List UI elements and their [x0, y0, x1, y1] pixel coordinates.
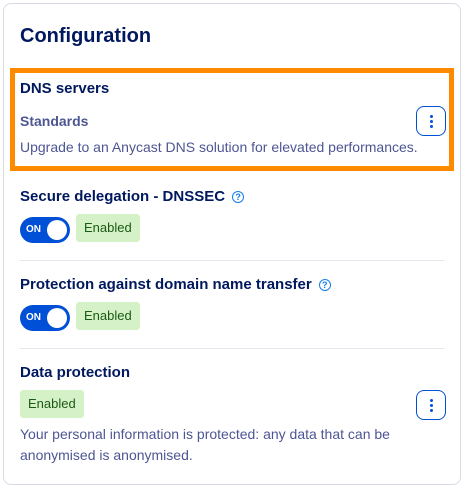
toggle-on-label: ON — [26, 312, 41, 323]
dns-upgrade-description: Upgrade to an Anycast DNS solution for e… — [20, 139, 418, 155]
dnssec-toggle[interactable]: ON — [20, 217, 70, 243]
dnssec-title-text: Secure delegation - DNSSEC — [20, 188, 226, 205]
data-protection-actions-menu-button[interactable] — [416, 390, 446, 420]
data-protection-status-badge: Enabled — [20, 390, 84, 418]
toggle-knob — [47, 220, 67, 240]
more-vertical-icon — [429, 114, 433, 128]
data-protection-title: Data protection — [20, 364, 130, 382]
transfer-protection-status-badge: Enabled — [76, 302, 140, 330]
question-circle-icon[interactable]: ? — [232, 191, 245, 203]
transfer-protection-title: Protection against domain name transfer … — [20, 276, 331, 294]
transfer-protection-title-text: Protection against domain name transfer — [20, 276, 312, 293]
dns-servers-title-text: DNS servers — [20, 80, 110, 97]
toggle-knob — [47, 308, 67, 328]
more-vertical-icon — [429, 398, 433, 412]
dnssec-status-badge: Enabled — [76, 214, 140, 242]
question-circle-icon[interactable]: ? — [318, 279, 331, 291]
divider — [20, 348, 444, 349]
divider — [20, 260, 444, 261]
data-protection-description: Your personal information is protected: … — [20, 426, 390, 463]
dns-offer-name: Standards — [20, 113, 89, 129]
dnssec-title: Secure delegation - DNSSEC ? — [20, 188, 245, 206]
transfer-protection-toggle[interactable]: ON — [20, 305, 70, 331]
dns-servers-title: DNS servers — [20, 80, 109, 98]
toggle-on-label: ON — [26, 224, 41, 235]
data-protection-title-text: Data protection — [20, 364, 131, 381]
dns-actions-menu-button[interactable] — [416, 106, 446, 136]
configuration-card: Configuration DNS servers Standards Upgr… — [3, 3, 461, 485]
card-title: Configuration — [20, 25, 152, 47]
